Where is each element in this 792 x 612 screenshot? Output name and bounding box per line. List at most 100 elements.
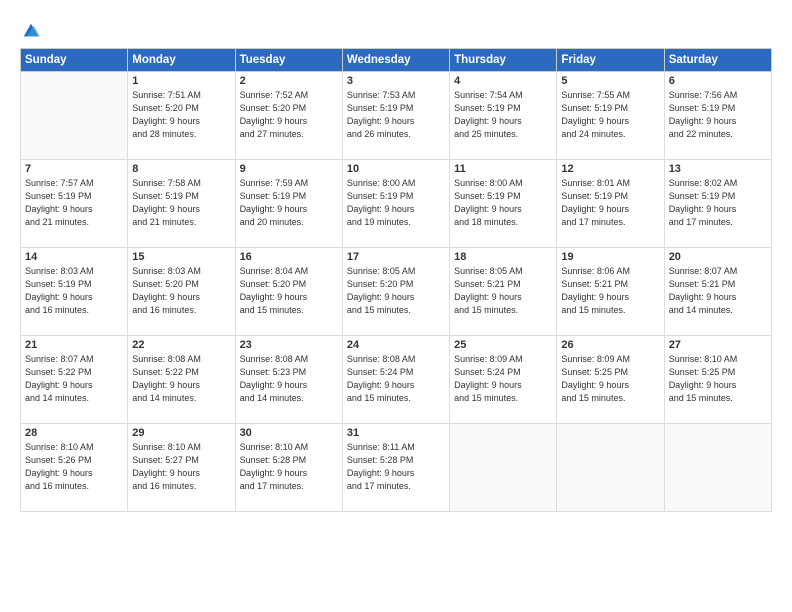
day-cell: 20 Sunrise: 8:07 AM Sunset: 5:21 PM Dayli… [664, 248, 771, 336]
day-info: Sunrise: 8:10 AM Sunset: 5:26 PM Dayligh… [25, 441, 123, 493]
day-info: Sunrise: 8:00 AM Sunset: 5:19 PM Dayligh… [347, 177, 445, 229]
day-cell: 12 Sunrise: 8:01 AM Sunset: 5:19 PM Dayli… [557, 160, 664, 248]
calendar-page: SundayMondayTuesdayWednesdayThursdayFrid… [0, 0, 792, 612]
day-info: Sunrise: 8:03 AM Sunset: 5:20 PM Dayligh… [132, 265, 230, 317]
week-row-4: 21Sunrise: 8:07 AM Sunset: 5:22 PM Dayli… [21, 336, 772, 424]
day-info: Sunrise: 8:11 AM Sunset: 5:28 PM Dayligh… [347, 441, 445, 493]
week-row-3: 14 Sunrise: 8:03 AM Sunset: 5:19 PM Dayli… [21, 248, 772, 336]
day-cell: 15 Sunrise: 8:03 AM Sunset: 5:20 PM Dayli… [128, 248, 235, 336]
logo [20, 20, 40, 40]
day-cell: 17Sunrise: 8:05 AM Sunset: 5:20 PM Dayli… [342, 248, 449, 336]
day-number: 12 [561, 163, 659, 175]
day-number: 4 [454, 75, 552, 87]
day-info: Sunrise: 8:01 AM Sunset: 5:19 PM Dayligh… [561, 177, 659, 229]
day-info: Sunrise: 7:55 AM Sunset: 5:19 PM Dayligh… [561, 89, 659, 141]
day-number: 30 [240, 427, 338, 439]
day-number: 7 [25, 163, 123, 175]
day-info: Sunrise: 8:05 AM Sunset: 5:21 PM Dayligh… [454, 265, 552, 317]
day-number: 16 [240, 251, 338, 263]
day-info: Sunrise: 8:10 AM Sunset: 5:28 PM Dayligh… [240, 441, 338, 493]
day-cell: 25 Sunrise: 8:09 AM Sunset: 5:24 PM Dayli… [450, 336, 557, 424]
day-info: Sunrise: 8:09 AM Sunset: 5:25 PM Dayligh… [561, 353, 659, 405]
header-day-monday: Monday [128, 49, 235, 72]
week-row-2: 7 Sunrise: 7:57 AM Sunset: 5:19 PM Daylig… [21, 160, 772, 248]
day-cell: 9 Sunrise: 7:59 AM Sunset: 5:19 PM Daylig… [235, 160, 342, 248]
day-info: Sunrise: 7:51 AM Sunset: 5:20 PM Dayligh… [132, 89, 230, 141]
day-number: 15 [132, 251, 230, 263]
day-cell: 7 Sunrise: 7:57 AM Sunset: 5:19 PM Daylig… [21, 160, 128, 248]
day-number: 3 [347, 75, 445, 87]
day-cell: 28 Sunrise: 8:10 AM Sunset: 5:26 PM Dayli… [21, 424, 128, 512]
week-row-5: 28 Sunrise: 8:10 AM Sunset: 5:26 PM Dayli… [21, 424, 772, 512]
day-cell: 14 Sunrise: 8:03 AM Sunset: 5:19 PM Dayli… [21, 248, 128, 336]
day-cell: 3 Sunrise: 7:53 AM Sunset: 5:19 PM Daylig… [342, 72, 449, 160]
day-number: 31 [347, 427, 445, 439]
day-cell: 8 Sunrise: 7:58 AM Sunset: 5:19 PM Daylig… [128, 160, 235, 248]
day-cell [664, 424, 771, 512]
header-day-tuesday: Tuesday [235, 49, 342, 72]
day-number: 18 [454, 251, 552, 263]
day-cell [450, 424, 557, 512]
day-number: 29 [132, 427, 230, 439]
day-number: 10 [347, 163, 445, 175]
week-row-1: 1Sunrise: 7:51 AM Sunset: 5:20 PM Daylig… [21, 72, 772, 160]
day-info: Sunrise: 7:52 AM Sunset: 5:20 PM Dayligh… [240, 89, 338, 141]
day-number: 13 [669, 163, 767, 175]
day-number: 21 [25, 339, 123, 351]
day-info: Sunrise: 8:09 AM Sunset: 5:24 PM Dayligh… [454, 353, 552, 405]
day-number: 5 [561, 75, 659, 87]
day-cell: 21Sunrise: 8:07 AM Sunset: 5:22 PM Dayli… [21, 336, 128, 424]
day-number: 26 [561, 339, 659, 351]
header-row: SundayMondayTuesdayWednesdayThursdayFrid… [21, 49, 772, 72]
day-cell: 26 Sunrise: 8:09 AM Sunset: 5:25 PM Dayli… [557, 336, 664, 424]
header-day-sunday: Sunday [21, 49, 128, 72]
day-info: Sunrise: 8:10 AM Sunset: 5:25 PM Dayligh… [669, 353, 767, 405]
day-cell: 22 Sunrise: 8:08 AM Sunset: 5:22 PM Dayli… [128, 336, 235, 424]
day-number: 20 [669, 251, 767, 263]
day-info: Sunrise: 8:07 AM Sunset: 5:21 PM Dayligh… [669, 265, 767, 317]
header [20, 16, 772, 40]
logo-icon [22, 22, 40, 40]
day-info: Sunrise: 8:02 AM Sunset: 5:19 PM Dayligh… [669, 177, 767, 229]
day-cell [21, 72, 128, 160]
day-cell: 11Sunrise: 8:00 AM Sunset: 5:19 PM Dayli… [450, 160, 557, 248]
day-info: Sunrise: 8:00 AM Sunset: 5:19 PM Dayligh… [454, 177, 552, 229]
day-cell: 18 Sunrise: 8:05 AM Sunset: 5:21 PM Dayli… [450, 248, 557, 336]
day-number: 2 [240, 75, 338, 87]
day-info: Sunrise: 8:06 AM Sunset: 5:21 PM Dayligh… [561, 265, 659, 317]
day-number: 22 [132, 339, 230, 351]
day-cell: 4Sunrise: 7:54 AM Sunset: 5:19 PM Daylig… [450, 72, 557, 160]
day-info: Sunrise: 7:57 AM Sunset: 5:19 PM Dayligh… [25, 177, 123, 229]
header-day-wednesday: Wednesday [342, 49, 449, 72]
day-info: Sunrise: 8:08 AM Sunset: 5:22 PM Dayligh… [132, 353, 230, 405]
day-number: 8 [132, 163, 230, 175]
header-day-thursday: Thursday [450, 49, 557, 72]
day-cell: 23 Sunrise: 8:08 AM Sunset: 5:23 PM Dayli… [235, 336, 342, 424]
header-day-saturday: Saturday [664, 49, 771, 72]
day-number: 27 [669, 339, 767, 351]
day-number: 25 [454, 339, 552, 351]
day-number: 28 [25, 427, 123, 439]
day-cell: 5 Sunrise: 7:55 AM Sunset: 5:19 PM Daylig… [557, 72, 664, 160]
day-number: 9 [240, 163, 338, 175]
day-number: 24 [347, 339, 445, 351]
day-number: 6 [669, 75, 767, 87]
day-cell: 16Sunrise: 8:04 AM Sunset: 5:20 PM Dayli… [235, 248, 342, 336]
day-info: Sunrise: 7:53 AM Sunset: 5:19 PM Dayligh… [347, 89, 445, 141]
day-cell: 13 Sunrise: 8:02 AM Sunset: 5:19 PM Dayli… [664, 160, 771, 248]
day-number: 23 [240, 339, 338, 351]
day-cell: 10 Sunrise: 8:00 AM Sunset: 5:19 PM Dayli… [342, 160, 449, 248]
day-cell: 27 Sunrise: 8:10 AM Sunset: 5:25 PM Dayli… [664, 336, 771, 424]
day-cell: 19Sunrise: 8:06 AM Sunset: 5:21 PM Dayli… [557, 248, 664, 336]
day-info: Sunrise: 8:03 AM Sunset: 5:19 PM Dayligh… [25, 265, 123, 317]
day-info: Sunrise: 7:56 AM Sunset: 5:19 PM Dayligh… [669, 89, 767, 141]
header-day-friday: Friday [557, 49, 664, 72]
day-info: Sunrise: 7:59 AM Sunset: 5:19 PM Dayligh… [240, 177, 338, 229]
day-info: Sunrise: 8:10 AM Sunset: 5:27 PM Dayligh… [132, 441, 230, 493]
day-cell: 1Sunrise: 7:51 AM Sunset: 5:20 PM Daylig… [128, 72, 235, 160]
day-number: 14 [25, 251, 123, 263]
day-cell: 29 Sunrise: 8:10 AM Sunset: 5:27 PM Dayli… [128, 424, 235, 512]
day-info: Sunrise: 7:58 AM Sunset: 5:19 PM Dayligh… [132, 177, 230, 229]
day-info: Sunrise: 8:08 AM Sunset: 5:23 PM Dayligh… [240, 353, 338, 405]
day-cell: 6 Sunrise: 7:56 AM Sunset: 5:19 PM Daylig… [664, 72, 771, 160]
